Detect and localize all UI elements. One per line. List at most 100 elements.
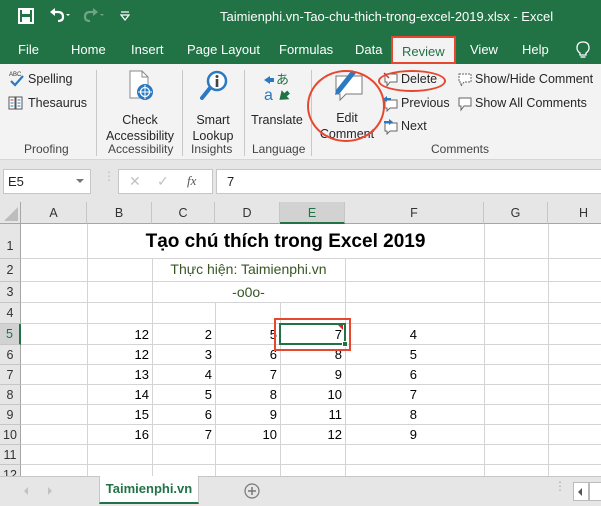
row-header-5[interactable]: 5	[0, 324, 21, 345]
spelling-icon: ABC	[8, 70, 28, 93]
cancel-icon[interactable]: ✕	[129, 173, 141, 190]
cell-b8[interactable]: 14	[87, 385, 152, 405]
tab-review[interactable]: Review	[391, 36, 456, 64]
cell-c9[interactable]: 6	[152, 405, 215, 425]
cell-f8[interactable]: 7	[345, 385, 420, 405]
column-header-e[interactable]: E	[280, 202, 345, 224]
cell-b7[interactable]: 13	[87, 365, 152, 385]
cell-f9[interactable]: 8	[345, 405, 420, 425]
tab-data[interactable]: Data	[355, 42, 382, 57]
save-icon[interactable]	[18, 8, 34, 29]
show-hide-comment-button[interactable]: Show/Hide Comment	[457, 70, 597, 90]
horizontal-scroll-left-button[interactable]	[573, 482, 589, 501]
cell-d10[interactable]: 10	[215, 425, 280, 445]
column-header-g[interactable]: G	[484, 202, 548, 224]
tab-home[interactable]: Home	[71, 42, 106, 57]
sheet-subtitle[interactable]: Thực hiện: Taimienphi.vn	[152, 259, 345, 279]
previous-comment-button[interactable]: Previous	[383, 94, 453, 114]
enter-icon[interactable]: ✓	[157, 173, 169, 190]
redo-icon[interactable]	[82, 6, 104, 29]
cell-b9[interactable]: 15	[87, 405, 152, 425]
plus-circle-icon[interactable]	[244, 483, 260, 504]
translate-button[interactable]: あa Translate	[248, 70, 306, 130]
cell-c5[interactable]: 2	[152, 324, 215, 345]
cell-c7[interactable]: 4	[152, 365, 215, 385]
sheet-tab-bar: Taimienphi.vn ⋮	[0, 476, 601, 506]
cell-e9[interactable]: 11	[280, 405, 345, 425]
cell-f5[interactable]: 4	[345, 324, 420, 345]
row-header-6[interactable]: 6	[0, 345, 21, 365]
check-accessibility-button[interactable]: Check Accessibility	[100, 70, 180, 143]
tab-insert[interactable]: Insert	[131, 42, 164, 57]
tab-file[interactable]: File	[18, 42, 39, 57]
sheet-title[interactable]: Tạo chú thích trong Excel 2019	[87, 224, 484, 259]
cell-f6[interactable]: 5	[345, 345, 420, 365]
sheet-tab-taimienphi[interactable]: Taimienphi.vn	[99, 476, 199, 504]
cell-f10[interactable]: 9	[345, 425, 420, 445]
annotation-box-active-cell	[274, 318, 351, 351]
cell-d8[interactable]: 8	[215, 385, 280, 405]
scroll-sheets-right-icon[interactable]	[48, 487, 52, 495]
chevron-down-icon[interactable]	[76, 179, 84, 183]
row-header-12[interactable]: 12	[0, 465, 21, 476]
cell-e7[interactable]: 9	[280, 365, 345, 385]
row-header-9[interactable]: 9	[0, 405, 21, 425]
cell-f7[interactable]: 6	[345, 365, 420, 385]
column-header-f[interactable]: F	[345, 202, 484, 224]
tab-help[interactable]: Help	[522, 42, 549, 57]
formula-value: 7	[227, 174, 235, 189]
row-header-7[interactable]: 7	[0, 365, 21, 385]
smart-lookup-button[interactable]: Smart Lookup	[186, 70, 240, 143]
name-box-value: E5	[8, 174, 24, 189]
group-separator	[96, 70, 97, 156]
horizontal-scrollbar[interactable]	[589, 482, 601, 501]
column-header-d[interactable]: D	[215, 202, 280, 224]
formula-bar-grip-icon[interactable]: ⋮	[103, 170, 115, 182]
formula-input[interactable]: 7	[216, 169, 601, 194]
column-header-a[interactable]: A	[21, 202, 87, 224]
cell-c8[interactable]: 5	[152, 385, 215, 405]
cell-e10[interactable]: 12	[280, 425, 345, 445]
group-label-language: Language	[252, 142, 306, 156]
tab-view[interactable]: View	[470, 42, 498, 57]
gridline-vertical	[215, 303, 216, 324]
next-comment-button[interactable]: Next	[383, 117, 433, 137]
cell-c10[interactable]: 7	[152, 425, 215, 445]
cell-d5[interactable]: 5	[215, 324, 280, 345]
row-header-11[interactable]: 11	[0, 445, 21, 465]
tab-formulas[interactable]: Formulas	[279, 42, 333, 57]
column-header-b[interactable]: B	[87, 202, 152, 224]
cell-e8[interactable]: 10	[280, 385, 345, 405]
select-all-button[interactable]	[0, 202, 21, 224]
cell-d6[interactable]: 6	[215, 345, 280, 365]
row-header-10[interactable]: 10	[0, 425, 21, 445]
spelling-button[interactable]: ABC Spelling	[8, 70, 88, 90]
previous-comment-icon	[383, 96, 399, 117]
thesaurus-button[interactable]: Thesaurus	[8, 94, 88, 114]
cell-d7[interactable]: 7	[215, 365, 280, 385]
cell-b10[interactable]: 16	[87, 425, 152, 445]
name-box[interactable]: E5	[3, 169, 91, 194]
cell-d9[interactable]: 9	[215, 405, 280, 425]
cell-b6[interactable]: 12	[87, 345, 152, 365]
spreadsheet-grid: A B C D E F G H 1 2 3 4 5 6 7 8 9 10 11 12 Tạo chú thích tro…	[0, 202, 601, 476]
tab-split-grip-icon[interactable]: ⋮	[554, 480, 566, 492]
row-header-8[interactable]: 8	[0, 385, 21, 405]
group-separator	[182, 70, 183, 156]
lightbulb-icon[interactable]	[576, 41, 590, 62]
row-header-2[interactable]: 2	[0, 259, 21, 282]
customize-qat-icon[interactable]	[119, 9, 131, 27]
row-header-1[interactable]: 1	[0, 224, 21, 259]
row-header-3[interactable]: 3	[0, 282, 21, 303]
row-header-4[interactable]: 4	[0, 303, 21, 324]
column-header-h[interactable]: H	[548, 202, 601, 224]
insert-function-icon[interactable]: fx	[187, 173, 196, 189]
cell-b5[interactable]: 12	[87, 324, 152, 345]
column-header-c[interactable]: C	[152, 202, 215, 224]
undo-icon[interactable]	[48, 6, 70, 29]
show-all-comments-button[interactable]: Show All Comments	[457, 94, 597, 114]
sheet-divider[interactable]: -o0o-	[152, 282, 345, 302]
cell-c6[interactable]: 3	[152, 345, 215, 365]
scroll-sheets-left-icon[interactable]	[24, 487, 28, 495]
tab-page-layout[interactable]: Page Layout	[187, 42, 260, 57]
